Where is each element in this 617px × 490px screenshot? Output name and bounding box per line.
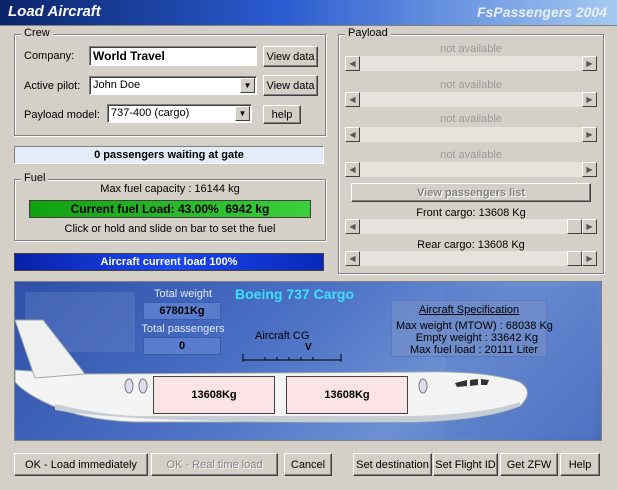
title-bar: Load Aircraft FsPassengers 2004 (0, 0, 617, 26)
payload-group: Payload not available ◀ ▶ not available … (338, 27, 604, 274)
total-weight-value: 67801Kg (143, 302, 221, 320)
scroll-left-icon[interactable]: ◀ (345, 92, 360, 107)
payload-slot-2-label: not available (440, 79, 502, 91)
help-button[interactable]: Help (560, 453, 600, 476)
scroll-right-icon[interactable]: ▶ (582, 56, 597, 71)
scroll-thumb[interactable] (567, 251, 582, 266)
company-field[interactable]: World Travel (89, 46, 257, 66)
ok-real-time-load-button[interactable]: OK - Real time load (151, 453, 278, 476)
fuel-hint: Click or hold and slide on bar to set th… (64, 223, 276, 235)
fuel-bar[interactable]: Current fuel Load: 43.00% 6942 kg (29, 200, 311, 218)
spec-title: Aircraft Specification (418, 304, 520, 316)
company-view-data-button[interactable]: View data (263, 46, 318, 67)
payload-slot-2-slider[interactable]: ◀ ▶ (345, 92, 597, 107)
rear-cargo-slider[interactable]: ◀ ▶ (345, 251, 597, 266)
front-cargo-slider[interactable]: ◀ ▶ (345, 219, 597, 234)
aircraft-specification-box: Aircraft Specification Max weight (MTOW)… (391, 300, 553, 357)
aircraft-load-text: Aircraft current load 100% (100, 256, 238, 268)
passengers-waiting-bar: 0 passengers waiting at gate (14, 146, 324, 164)
payload-slot-4-slider[interactable]: ◀ ▶ (345, 162, 597, 177)
scroll-right-icon[interactable]: ▶ (582, 251, 597, 266)
payload-slot-1-label: not available (440, 43, 502, 55)
scroll-left-icon[interactable]: ◀ (345, 251, 360, 266)
get-zfw-button[interactable]: Get ZFW (500, 453, 558, 476)
fuel-bar-text: Current fuel Load: 43.00% 6942 kg (70, 202, 270, 216)
scroll-left-icon[interactable]: ◀ (345, 219, 360, 234)
payload-model-select[interactable]: 737-400 (cargo) ▼ (107, 104, 252, 123)
aircraft-panel: Boeing 737 Cargo Total weight 67801Kg To… (14, 281, 602, 441)
payload-slot-4-label: not available (440, 149, 502, 161)
scroll-right-icon[interactable]: ▶ (582, 127, 597, 142)
chevron-down-icon[interactable]: ▼ (240, 78, 255, 93)
crew-legend: Crew (21, 27, 53, 39)
aircraft-cg-marker: V (305, 342, 312, 353)
scroll-right-icon[interactable]: ▶ (582, 219, 597, 234)
aircraft-cg-label: Aircraft CG (255, 330, 310, 342)
cancel-button[interactable]: Cancel (284, 453, 332, 476)
max-fuel-capacity: Max fuel capacity : 16144 kg (100, 183, 240, 195)
scroll-right-icon[interactable]: ▶ (582, 162, 597, 177)
brand-label: FsPassengers 2004 (477, 4, 607, 20)
ok-load-immediately-button[interactable]: OK - Load immediately (14, 453, 148, 476)
aircraft-name: Boeing 737 Cargo (235, 286, 355, 302)
passengers-waiting-text: 0 passengers waiting at gate (94, 149, 244, 161)
spec-empty-weight: Empty weight : 33642 Kg (415, 332, 538, 344)
chevron-down-icon[interactable]: ▼ (235, 106, 250, 121)
payload-slot-1-slider[interactable]: ◀ ▶ (345, 56, 597, 71)
pilot-label: Active pilot: (24, 80, 81, 92)
scroll-thumb[interactable] (567, 219, 582, 234)
payload-help-button[interactable]: help (263, 105, 301, 124)
set-destination-button[interactable]: Set destination (353, 453, 432, 476)
rear-cargo-hold: 13608Kg (286, 376, 408, 414)
pilot-value: John Doe (93, 79, 141, 91)
pilot-select[interactable]: John Doe ▼ (89, 76, 257, 95)
rear-cargo-label: Rear cargo: 13608 Kg (417, 239, 525, 251)
spec-max-weight: Max weight (MTOW) : 68038 Kg (396, 320, 553, 332)
set-flight-id-button[interactable]: Set Flight ID (433, 453, 498, 476)
payload-slot-3-label: not available (440, 113, 502, 125)
window-title: Load Aircraft (8, 3, 101, 20)
payload-model-label: Payload model: (24, 109, 100, 121)
payload-model-value: 737-400 (cargo) (111, 107, 190, 119)
scroll-left-icon[interactable]: ◀ (345, 56, 360, 71)
company-label: Company: (24, 50, 75, 62)
scroll-left-icon[interactable]: ◀ (345, 162, 360, 177)
fuel-group: Fuel Max fuel capacity : 16144 kg Curren… (14, 172, 326, 241)
payload-slot-3-slider[interactable]: ◀ ▶ (345, 127, 597, 142)
total-passengers-label: Total passengers (141, 323, 225, 335)
spec-max-fuel: Max fuel load : 20111 Liter (409, 344, 538, 356)
scroll-left-icon[interactable]: ◀ (345, 127, 360, 142)
aircraft-load-bar: Aircraft current load 100% (14, 253, 324, 271)
front-cargo-label: Front cargo: 13608 Kg (416, 207, 526, 219)
total-weight-label: Total weight (153, 288, 213, 300)
scroll-right-icon[interactable]: ▶ (582, 92, 597, 107)
crew-group: Crew Company: World Travel View data Act… (14, 27, 326, 136)
payload-legend: Payload (345, 27, 391, 39)
pilot-view-data-button[interactable]: View data (263, 75, 318, 96)
front-cargo-hold: 13608Kg (153, 376, 275, 414)
total-passengers-value: 0 (143, 337, 221, 355)
view-passengers-list-button[interactable]: View passengers list (351, 183, 591, 202)
company-value: World Travel (93, 49, 165, 63)
